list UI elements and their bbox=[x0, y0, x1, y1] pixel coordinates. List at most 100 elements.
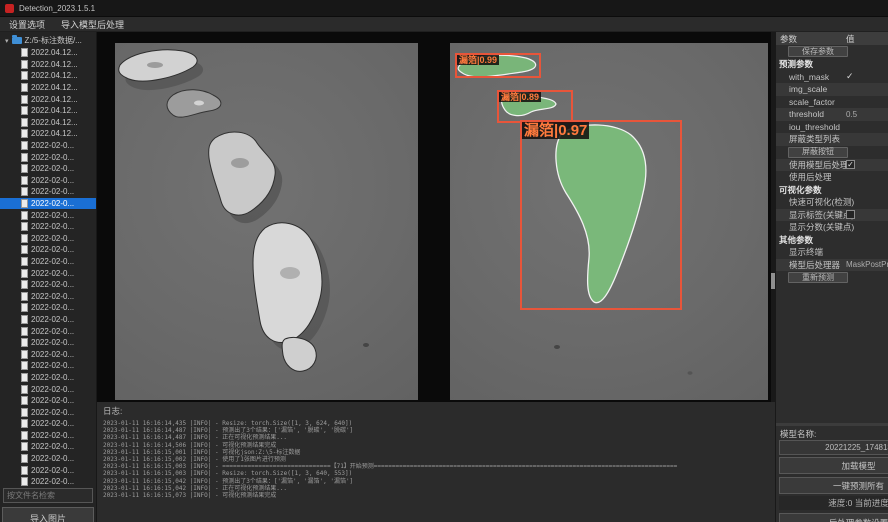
param-value[interactable]: MaskPostProc bbox=[840, 260, 888, 269]
tree-item[interactable]: 2022-02-0... bbox=[0, 383, 97, 395]
tree-item[interactable]: 2022-02-0... bbox=[0, 163, 97, 175]
chevron-down-icon[interactable]: ▾ bbox=[5, 37, 9, 45]
import-images-button[interactable]: 导入图片 bbox=[2, 507, 94, 522]
checkbox[interactable] bbox=[846, 210, 855, 219]
tree-item[interactable]: 2022-02-0... bbox=[0, 198, 97, 210]
param-row[interactable]: with_mask✓ bbox=[776, 71, 888, 84]
file-icon bbox=[21, 83, 28, 92]
tree-item[interactable]: 2022-02-0... bbox=[0, 418, 97, 430]
tree-item-label: 2022-02-0... bbox=[31, 454, 74, 463]
tree-item[interactable]: 2022.04.12... bbox=[0, 82, 97, 94]
tree-item[interactable]: 2022-02-0... bbox=[0, 186, 97, 198]
folder-icon bbox=[12, 37, 22, 44]
log-line: 2023-01-11 16:16:15,003 |INFO| - =======… bbox=[103, 463, 775, 470]
param-button[interactable]: 重新预测 bbox=[788, 272, 848, 283]
param-row[interactable]: 使用模型后处理 ✓ bbox=[776, 159, 888, 172]
param-value[interactable]: 0.5 bbox=[840, 110, 857, 119]
tree-item[interactable]: 2022-02-0... bbox=[0, 244, 97, 256]
tree-item[interactable]: 2022.04.12... bbox=[0, 93, 97, 105]
tree-item[interactable]: 2022.04.12... bbox=[0, 105, 97, 117]
param-button[interactable]: 屏蔽按钮 bbox=[788, 147, 848, 158]
param-row[interactable]: scale_factor bbox=[776, 96, 888, 109]
tree-item[interactable]: 2022-02-0... bbox=[0, 325, 97, 337]
param-row[interactable]: img_scale bbox=[776, 83, 888, 96]
param-section-header: 预测参数 bbox=[776, 58, 888, 71]
param-value[interactable] bbox=[840, 210, 855, 219]
tree-item-label: 2022-02-0... bbox=[31, 245, 74, 254]
tree-item-label: 2022-02-0... bbox=[31, 385, 74, 394]
dark-spot bbox=[688, 371, 693, 375]
param-section-header: 其他参数 bbox=[776, 234, 888, 247]
detection-label: 漏箔|0.99 bbox=[457, 55, 499, 65]
param-row[interactable]: 显示分数(关键点) bbox=[776, 221, 888, 234]
tree-root-folder[interactable]: ▾ Z:/5-标注数据/... bbox=[0, 34, 97, 47]
tree-item[interactable]: 2022-02-0... bbox=[0, 348, 97, 360]
log-line: 2023-01-11 16:16:14,487 |INFO| - 正在可视化预测… bbox=[103, 434, 775, 441]
tree-item[interactable]: 2022-02-0... bbox=[0, 279, 97, 291]
param-label: 使用模型后处理 bbox=[776, 159, 840, 171]
dark-spot bbox=[363, 343, 369, 347]
tree-item[interactable]: 2022-02-0... bbox=[0, 267, 97, 279]
param-row[interactable]: iou_threshold bbox=[776, 121, 888, 134]
model-name-field[interactable]: 20221225_174813 bbox=[779, 440, 888, 455]
tree-item[interactable]: 2022-02-0... bbox=[0, 441, 97, 453]
source-image-panel[interactable] bbox=[115, 43, 418, 400]
tree-item[interactable]: 2022-02-0... bbox=[0, 175, 97, 187]
log-panel[interactable]: 日志: 2023-01-11 16:16:14,435 |INFO| - Res… bbox=[97, 402, 775, 522]
param-button[interactable]: 保存参数 bbox=[788, 46, 848, 57]
file-icon bbox=[21, 361, 28, 370]
param-value[interactable]: ✓ bbox=[840, 160, 855, 169]
tree-item[interactable]: 2022-02-0... bbox=[0, 360, 97, 372]
log-line: 2023-01-11 16:16:14,506 |INFO| - 可视化预测结果… bbox=[103, 442, 775, 449]
param-button-row: 重新预测 bbox=[776, 271, 888, 284]
tree-item-label: 2022-02-0... bbox=[31, 141, 74, 150]
tree-item[interactable]: 2022-02-0... bbox=[0, 209, 97, 221]
tree-item[interactable]: 2022.04.12... bbox=[0, 117, 97, 129]
tree-item[interactable]: 2022-02-0... bbox=[0, 290, 97, 302]
file-tree[interactable]: ▾ Z:/5-标注数据/... 2022.04.12...2022.04.12.… bbox=[0, 34, 97, 486]
param-label: img_scale bbox=[776, 84, 840, 94]
param-row[interactable]: 快速可视化(检测) bbox=[776, 196, 888, 209]
param-row[interactable]: threshold0.5 bbox=[776, 108, 888, 121]
param-row[interactable]: 使用后处理 bbox=[776, 171, 888, 184]
search-input[interactable] bbox=[3, 488, 93, 503]
tree-item[interactable]: 2022-02-0... bbox=[0, 453, 97, 465]
log-line: 2023-01-11 16:16:15,003 |INFO| - Resize:… bbox=[103, 470, 775, 477]
tree-item[interactable]: 2022-02-0... bbox=[0, 256, 97, 268]
tree-item[interactable]: 2022-02-0... bbox=[0, 406, 97, 418]
load-model-button[interactable]: 加载模型 bbox=[779, 457, 888, 474]
tree-item[interactable]: 2022.04.12... bbox=[0, 47, 97, 59]
tree-item[interactable]: 2022-02-0... bbox=[0, 302, 97, 314]
param-row[interactable]: 模型后处理器MaskPostProc bbox=[776, 259, 888, 272]
tree-item[interactable]: 2022-02-0... bbox=[0, 221, 97, 233]
tree-item[interactable]: 2022-02-0... bbox=[0, 430, 97, 442]
tree-item[interactable]: 2022.04.12... bbox=[0, 59, 97, 71]
tree-item[interactable]: 2022-02-0... bbox=[0, 337, 97, 349]
tree-item-label: 2022.04.12... bbox=[31, 83, 78, 92]
tree-item[interactable]: 2022.04.12... bbox=[0, 128, 97, 140]
menu-item[interactable]: 设置选项 bbox=[9, 18, 45, 31]
param-row[interactable]: 屏蔽类型列表 bbox=[776, 133, 888, 146]
tree-item-label: 2022-02-0... bbox=[31, 222, 74, 231]
predict-all-button[interactable]: 一键预测所有 bbox=[779, 477, 888, 494]
param-value[interactable]: ✓ bbox=[840, 71, 854, 82]
tree-item-label: 2022-02-0... bbox=[31, 396, 74, 405]
checkbox[interactable]: ✓ bbox=[846, 160, 855, 169]
param-row[interactable]: 显示标签(关键点) bbox=[776, 209, 888, 222]
tree-item[interactable]: 2022.04.12... bbox=[0, 70, 97, 82]
tree-item[interactable]: 2022-02-0... bbox=[0, 314, 97, 326]
tree-item-label: 2022-02-0... bbox=[31, 269, 74, 278]
prediction-image-panel[interactable]: 漏箔|0.99漏箔|0.89漏箔|0.97 bbox=[450, 43, 768, 400]
tree-item[interactable]: 2022-02-0... bbox=[0, 476, 97, 486]
texture bbox=[280, 267, 300, 279]
postprocess-params-button[interactable]: 后处理参数设置 bbox=[779, 513, 888, 522]
tree-item[interactable]: 2022-02-0... bbox=[0, 464, 97, 476]
tree-item[interactable]: 2022-02-0... bbox=[0, 151, 97, 163]
tree-item-label: 2022-02-0... bbox=[31, 419, 74, 428]
tree-item[interactable]: 2022-02-0... bbox=[0, 395, 97, 407]
tree-item[interactable]: 2022-02-0... bbox=[0, 140, 97, 152]
tree-item[interactable]: 2022-02-0... bbox=[0, 372, 97, 384]
param-row[interactable]: 显示终端 bbox=[776, 246, 888, 259]
tree-item[interactable]: 2022-02-0... bbox=[0, 233, 97, 245]
menu-item[interactable]: 导入模型后处理 bbox=[61, 18, 124, 31]
